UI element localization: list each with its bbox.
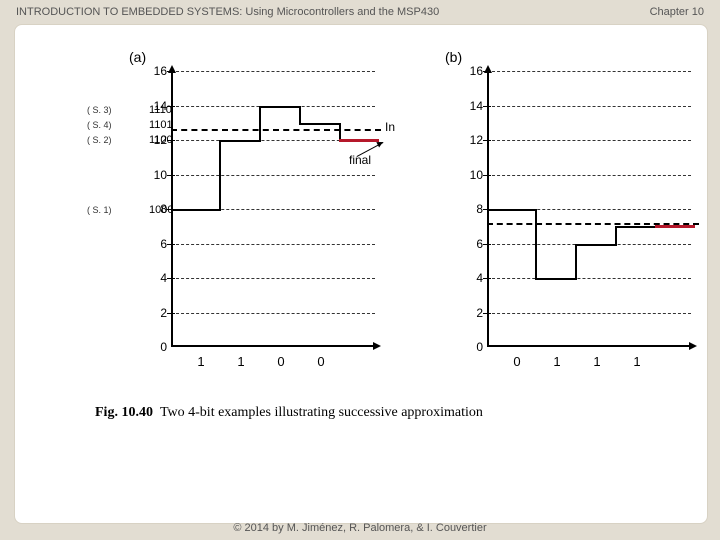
step-rise <box>219 140 221 209</box>
step-fall <box>535 209 537 278</box>
ytick: 10 <box>463 168 483 182</box>
step-seg <box>259 106 301 108</box>
ytick: 14 <box>463 99 483 113</box>
panel-a-label: (a) <box>129 49 146 65</box>
caption-text: Two 4-bit examples illustrating successi… <box>160 405 483 420</box>
code: 1000 <box>149 204 173 216</box>
step-note: ( S. 4) <box>87 120 112 130</box>
ytick: 0 <box>147 340 167 354</box>
ytick: 16 <box>463 64 483 78</box>
panel-a: (a) 0 2 4 6 8 10 12 14 16 <box>123 53 383 383</box>
code: 1110 <box>149 104 172 116</box>
bit: 1 <box>577 354 617 369</box>
input-line <box>171 129 381 131</box>
ytick: 4 <box>463 271 483 285</box>
code: 1101 <box>149 119 173 131</box>
bit: 0 <box>261 354 301 369</box>
step-seg <box>171 209 221 211</box>
axis-x <box>487 345 691 347</box>
ytick: 12 <box>463 133 483 147</box>
ytick: 0 <box>463 340 483 354</box>
slide: INTRODUCTION TO EMBEDDED SYSTEMS: Using … <box>0 0 720 540</box>
code: 1100 <box>149 134 173 146</box>
header: INTRODUCTION TO EMBEDDED SYSTEMS: Using … <box>16 6 704 18</box>
input-label: In <box>385 120 395 134</box>
step-note: ( S. 2) <box>87 135 112 145</box>
step-rise <box>575 244 577 279</box>
final-label: final <box>349 153 371 167</box>
caption-lead: Fig. 10.40 <box>95 405 153 420</box>
step-rise <box>615 226 617 244</box>
step-fall <box>299 106 301 124</box>
step-note: ( S. 1) <box>87 205 112 215</box>
content-card: (a) 0 2 4 6 8 10 12 14 16 <box>14 24 708 524</box>
panel-b-label: (b) <box>445 49 462 65</box>
step-seg <box>219 140 261 142</box>
bit: 1 <box>617 354 657 369</box>
ytick: 10 <box>147 168 167 182</box>
final-level <box>339 139 379 142</box>
step-seg <box>299 123 341 125</box>
panel-b: (b) 0 2 4 6 8 10 12 14 16 <box>439 53 699 383</box>
step-seg <box>535 278 577 280</box>
axis-x <box>171 345 375 347</box>
bit: 1 <box>537 354 577 369</box>
bit: 1 <box>221 354 261 369</box>
figure-caption: Fig. 10.40 Two 4-bit examples illustrati… <box>95 405 483 421</box>
ytick: 16 <box>147 64 167 78</box>
step-seg <box>615 226 657 228</box>
step-rise <box>259 106 261 141</box>
bit: 1 <box>181 354 221 369</box>
ytick: 6 <box>463 237 483 251</box>
book-title: INTRODUCTION TO EMBEDDED SYSTEMS: Using … <box>16 6 439 18</box>
ytick: 6 <box>147 237 167 251</box>
input-line <box>487 223 699 225</box>
ytick: 2 <box>147 306 167 320</box>
step-note: ( S. 3) <box>87 105 112 115</box>
bit: 0 <box>497 354 537 369</box>
ytick: 8 <box>463 202 483 216</box>
step-seg <box>487 209 537 211</box>
step-seg <box>575 244 617 246</box>
chapter-label: Chapter 10 <box>650 6 704 18</box>
ytick: 4 <box>147 271 167 285</box>
ytick: 2 <box>463 306 483 320</box>
figure: (a) 0 2 4 6 8 10 12 14 16 <box>55 53 667 433</box>
bit: 0 <box>301 354 341 369</box>
footer-copyright: © 2014 by M. Jiménez, R. Palomera, & I. … <box>0 522 720 534</box>
final-level <box>655 225 695 228</box>
